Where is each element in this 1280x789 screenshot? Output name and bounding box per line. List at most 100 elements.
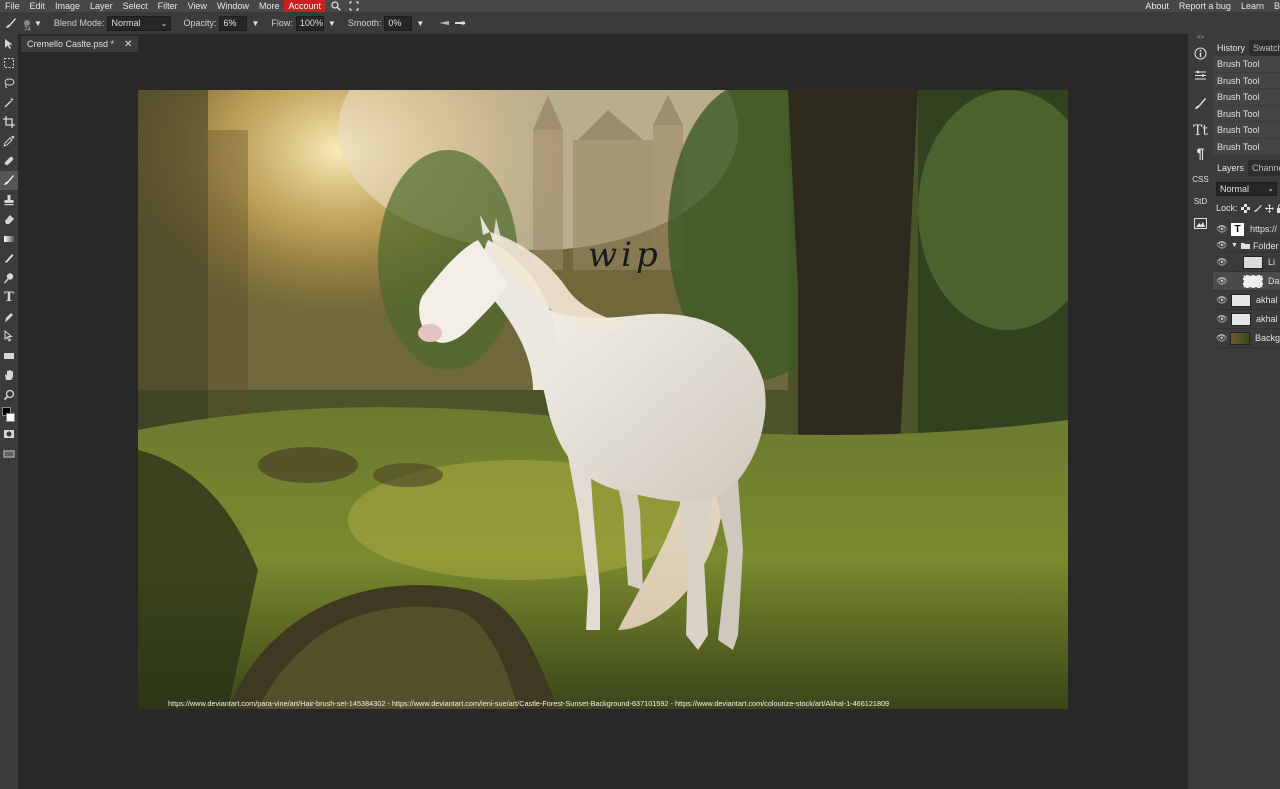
blur-tool-icon[interactable]: [0, 249, 18, 269]
magic-wand-tool-icon[interactable]: [0, 93, 18, 113]
eyedropper-tool-icon[interactable]: [0, 132, 18, 152]
brush-settings-icon[interactable]: [1188, 92, 1213, 114]
menu-b[interactable]: B: [1269, 0, 1280, 12]
history-item[interactable]: Brush Tool: [1213, 138, 1280, 155]
menu-more[interactable]: More: [254, 0, 285, 12]
menu-image[interactable]: Image: [50, 0, 85, 12]
marquee-tool-icon[interactable]: [0, 54, 18, 74]
lock-position-icon[interactable]: [1264, 203, 1274, 213]
adjustments-icon[interactable]: [1188, 64, 1213, 86]
gradient-tool-icon[interactable]: [0, 229, 18, 249]
menu-edit[interactable]: Edit: [25, 0, 51, 12]
layer-row[interactable]: 👁 Backg: [1213, 329, 1280, 348]
account-button[interactable]: Account: [284, 0, 325, 12]
history-item[interactable]: Brush Tool: [1213, 56, 1280, 73]
tab-history[interactable]: History: [1213, 40, 1250, 56]
info-icon[interactable]: [1188, 42, 1213, 64]
opacity-label: Opacity:: [183, 18, 217, 28]
pen-tool-icon[interactable]: [0, 307, 18, 327]
layer-row[interactable]: 👁 T https://: [1213, 220, 1280, 239]
menu-filter[interactable]: Filter: [153, 0, 183, 12]
clone-stamp-tool-icon[interactable]: [0, 190, 18, 210]
eye-icon[interactable]: 👁: [1213, 295, 1231, 306]
crop-tool-icon[interactable]: [0, 112, 18, 132]
hand-tool-icon[interactable]: [0, 366, 18, 386]
lock-transparency-icon[interactable]: [1240, 203, 1250, 213]
flow-input[interactable]: 100%: [295, 15, 324, 31]
eye-icon[interactable]: 👁: [1213, 257, 1231, 268]
layer-row[interactable]: 👁 Li: [1213, 253, 1280, 272]
tab-channels[interactable]: Channels: [1248, 160, 1280, 176]
layer-row[interactable]: 👁 akhal: [1213, 291, 1280, 310]
brush-size-value: 74: [24, 26, 31, 33]
eye-icon[interactable]: 👁: [1213, 240, 1231, 251]
opacity-caret-icon[interactable]: ▼: [251, 19, 259, 28]
history-item[interactable]: Brush Tool: [1213, 122, 1280, 139]
document-tab[interactable]: Cremello Caslte.psd * ✕: [21, 36, 139, 52]
menu-learn[interactable]: Learn: [1236, 0, 1269, 12]
image-icon[interactable]: [1188, 212, 1213, 234]
flow-caret-icon[interactable]: ▼: [328, 19, 336, 28]
lasso-tool-icon[interactable]: [0, 73, 18, 93]
shape-tool-icon[interactable]: [0, 346, 18, 366]
fullscreen-icon[interactable]: [347, 0, 361, 12]
character-icon[interactable]: Tt: [1188, 120, 1213, 142]
canvas[interactable]: wip https://www.deviantart.com/para-vine…: [138, 90, 1068, 709]
layer-row[interactable]: 👁 ▼ Folder: [1213, 239, 1280, 253]
history-item[interactable]: Brush Tool: [1213, 72, 1280, 89]
menu-about[interactable]: About: [1140, 0, 1174, 12]
history-item[interactable]: Brush Tool: [1213, 89, 1280, 106]
lock-pixels-icon[interactable]: [1253, 204, 1262, 213]
opacity-input[interactable]: 6%: [219, 15, 248, 31]
menu-file[interactable]: File: [0, 0, 25, 12]
credits-text: https://www.deviantart.com/para-vine/art…: [168, 699, 890, 708]
tab-layers[interactable]: Layers: [1213, 160, 1249, 176]
quick-mask-icon[interactable]: [0, 425, 18, 445]
smooth-caret-icon[interactable]: ▼: [416, 19, 424, 28]
menu-view[interactable]: View: [183, 0, 212, 12]
pressure-opacity-icon[interactable]: [438, 20, 450, 26]
screen-mode-icon[interactable]: [0, 444, 18, 464]
layer-blend-mode-value: Normal: [1220, 184, 1250, 194]
eye-icon[interactable]: 👁: [1213, 224, 1231, 235]
healing-brush-tool-icon[interactable]: [0, 151, 18, 171]
css-icon[interactable]: CSS: [1188, 168, 1213, 190]
paragraph-icon[interactable]: ¶: [1188, 142, 1213, 164]
menu-report-bug[interactable]: Report a bug: [1174, 0, 1236, 12]
brush-tool-icon[interactable]: [4, 16, 18, 30]
menu-select[interactable]: Select: [118, 0, 153, 12]
menu-window[interactable]: Window: [212, 0, 254, 12]
zoom-tool-icon[interactable]: [0, 385, 18, 405]
layer-row[interactable]: 👁 akhal: [1213, 310, 1280, 329]
menu-bar: File Edit Image Layer Select Filter View…: [0, 0, 1280, 12]
blend-mode-select[interactable]: Normal ⌄: [107, 15, 172, 31]
document-area: Cremello Caslte.psd * ✕ wip https://www.…: [18, 34, 1188, 789]
std-icon[interactable]: StD: [1188, 190, 1213, 212]
layer-name: Da: [1268, 276, 1280, 286]
layer-row[interactable]: 👁 Da: [1213, 272, 1280, 291]
brush-preset-picker[interactable]: ▼ 74: [24, 19, 42, 33]
layer-thumbnail: [1230, 331, 1250, 345]
smooth-input[interactable]: 0%: [384, 15, 413, 31]
tab-swatches[interactable]: Swatches: [1249, 40, 1280, 56]
background-color-swatch[interactable]: [6, 412, 15, 422]
move-tool-icon[interactable]: [0, 34, 18, 54]
menu-layer[interactable]: Layer: [85, 0, 118, 12]
eye-icon[interactable]: 👁: [1213, 314, 1231, 325]
type-tool-icon[interactable]: T: [0, 288, 18, 308]
eye-icon[interactable]: 👁: [1213, 276, 1231, 287]
dodge-tool-icon[interactable]: [0, 268, 18, 288]
lock-all-icon[interactable]: [1276, 203, 1280, 213]
close-icon[interactable]: ✕: [124, 39, 132, 50]
eraser-tool-icon[interactable]: [0, 210, 18, 230]
brush-tool-icon[interactable]: [0, 170, 18, 190]
path-select-tool-icon[interactable]: [0, 327, 18, 347]
search-icon[interactable]: [329, 0, 343, 12]
history-item[interactable]: Brush Tool: [1213, 105, 1280, 122]
collapse-handle[interactable]: <>: [1188, 34, 1213, 42]
pressure-size-icon[interactable]: [454, 20, 466, 26]
eye-icon[interactable]: 👁: [1213, 333, 1230, 344]
folder-expand-icon[interactable]: ▼: [1231, 242, 1238, 249]
layer-blend-mode-select[interactable]: Normal ⌄: [1216, 182, 1277, 196]
color-swatches[interactable]: [0, 405, 18, 425]
